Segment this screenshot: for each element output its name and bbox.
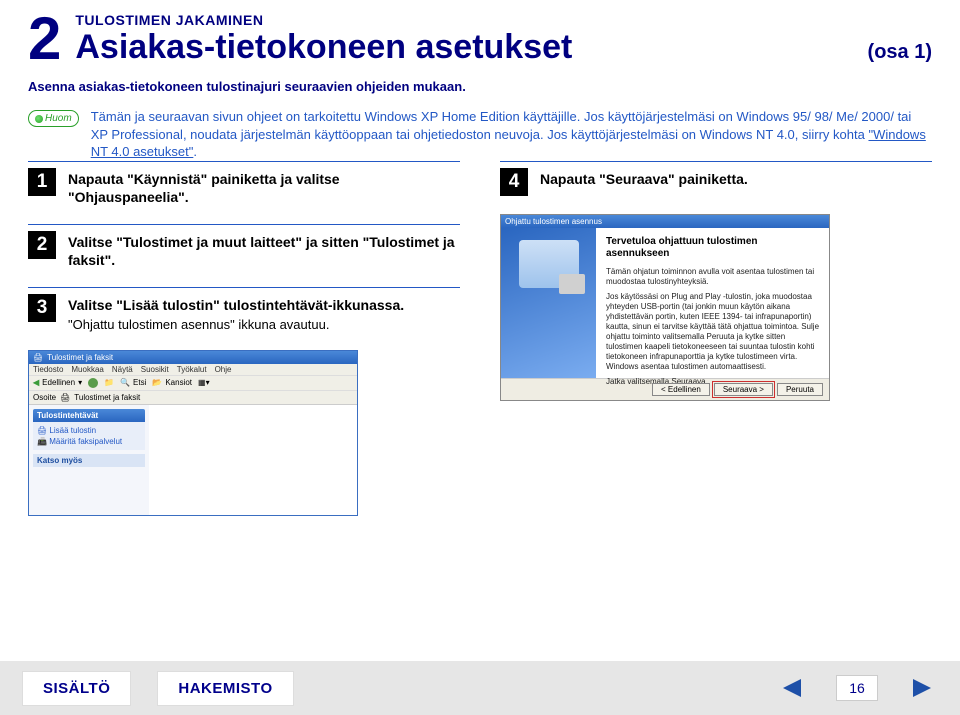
back-icon: ◀: [33, 378, 39, 387]
address-value: Tulostimet ja faksit: [74, 393, 140, 402]
contents-button[interactable]: SISÄLTÖ: [22, 671, 131, 706]
address-label: Osoite: [33, 393, 56, 402]
step-1-text: Napauta "Käynnistä" painiketta ja valits…: [68, 170, 460, 206]
intro-text: Asenna asiakas-tietokoneen tulostinajuri…: [28, 79, 932, 94]
window-title: Tulostimet ja faksit: [47, 353, 113, 362]
add-printer-icon: 🖨: [37, 426, 47, 435]
menu-item: Ohje: [215, 365, 232, 374]
folders-icon: 📂: [152, 378, 162, 387]
screenshot-printers-window: 🖨 Tulostimet ja faksit Tiedosto Muokkaa N…: [28, 350, 358, 516]
dialog-title: Ohjattu tulostimen asennus: [501, 215, 829, 228]
wizard-text-2: Jos käytössäsi on Plug and Play -tulosti…: [606, 292, 819, 372]
screenshot-wizard-dialog: Ohjattu tulostimen asennus Tervetuloa oh…: [500, 214, 830, 401]
search-icon: 🔍: [120, 378, 130, 387]
task-fax: 📠 Määritä faksipalvelut: [37, 436, 141, 447]
step-4-text: Napauta "Seuraava" painiketta.: [540, 170, 748, 188]
tasks-panel-header: Tulostintehtävät: [33, 409, 145, 422]
wizard-graphic: [519, 240, 579, 288]
footer-bar: SISÄLTÖ HAKEMISTO 16: [0, 661, 960, 715]
note-text: Tämän ja seuraavan sivun ohjeet on tarko…: [91, 108, 932, 161]
note-after: .: [193, 144, 197, 159]
step-3-text: Valitse "Lisää tulostin" tulostintehtävä…: [68, 296, 404, 314]
menu-item: Muokkaa: [71, 365, 103, 374]
menu-item: Näytä: [112, 365, 133, 374]
part-label: (osa 1): [868, 41, 932, 64]
wizard-next-button: Seuraava >: [714, 383, 773, 396]
up-icon: 📁: [104, 378, 114, 387]
see-also-panel: Katso myös: [33, 454, 145, 467]
step-4-number: 4: [500, 168, 528, 196]
win-icon: 🖨: [33, 353, 43, 362]
prev-page-button[interactable]: [776, 675, 810, 701]
wizard-heading: Tervetuloa ohjattuun tulostimen asennuks…: [606, 236, 819, 261]
wizard-back-button: < Edellinen: [652, 383, 710, 396]
menu-item: Tiedosto: [33, 365, 63, 374]
page-number: 16: [836, 675, 878, 701]
fax-icon: 📠: [37, 437, 47, 446]
menu-item: Suosikit: [141, 365, 169, 374]
wizard-cancel-button: Peruuta: [777, 383, 823, 396]
dropdown-icon: ▾: [78, 378, 82, 387]
back-button: Edellinen: [42, 378, 75, 387]
step-2-number: 2: [28, 231, 56, 259]
task-add-printer: 🖨 Lisää tulostin: [37, 425, 141, 436]
note-body: Tämän ja seuraavan sivun ohjeet on tarko…: [91, 109, 912, 142]
printer-icon: 🖨: [60, 393, 70, 402]
wizard-text-1: Tämän ohjatun toiminnon avulla voit asen…: [606, 267, 819, 287]
index-button[interactable]: HAKEMISTO: [157, 671, 293, 706]
folders-button: Kansiot: [165, 378, 192, 387]
step-3-subtext: "Ohjattu tulostimen asennus" ikkuna avau…: [68, 317, 404, 332]
step-2-text: Valitse "Tulostimet ja muut laitteet" ja…: [68, 233, 460, 269]
chapter-subtitle: TULOSTIMEN JAKAMINEN: [75, 12, 932, 28]
views-icon: ▦▾: [198, 378, 210, 387]
next-page-button[interactable]: [904, 675, 938, 701]
chapter-number: 2: [28, 12, 61, 66]
page-title: Asiakas-tietokoneen asetukset: [75, 28, 572, 67]
step-1-number: 1: [28, 168, 56, 196]
forward-icon: [88, 378, 98, 388]
search-button: Etsi: [133, 378, 146, 387]
menu-item: Työkalut: [177, 365, 207, 374]
note-badge: Huom: [28, 110, 79, 127]
step-3-number: 3: [28, 294, 56, 322]
